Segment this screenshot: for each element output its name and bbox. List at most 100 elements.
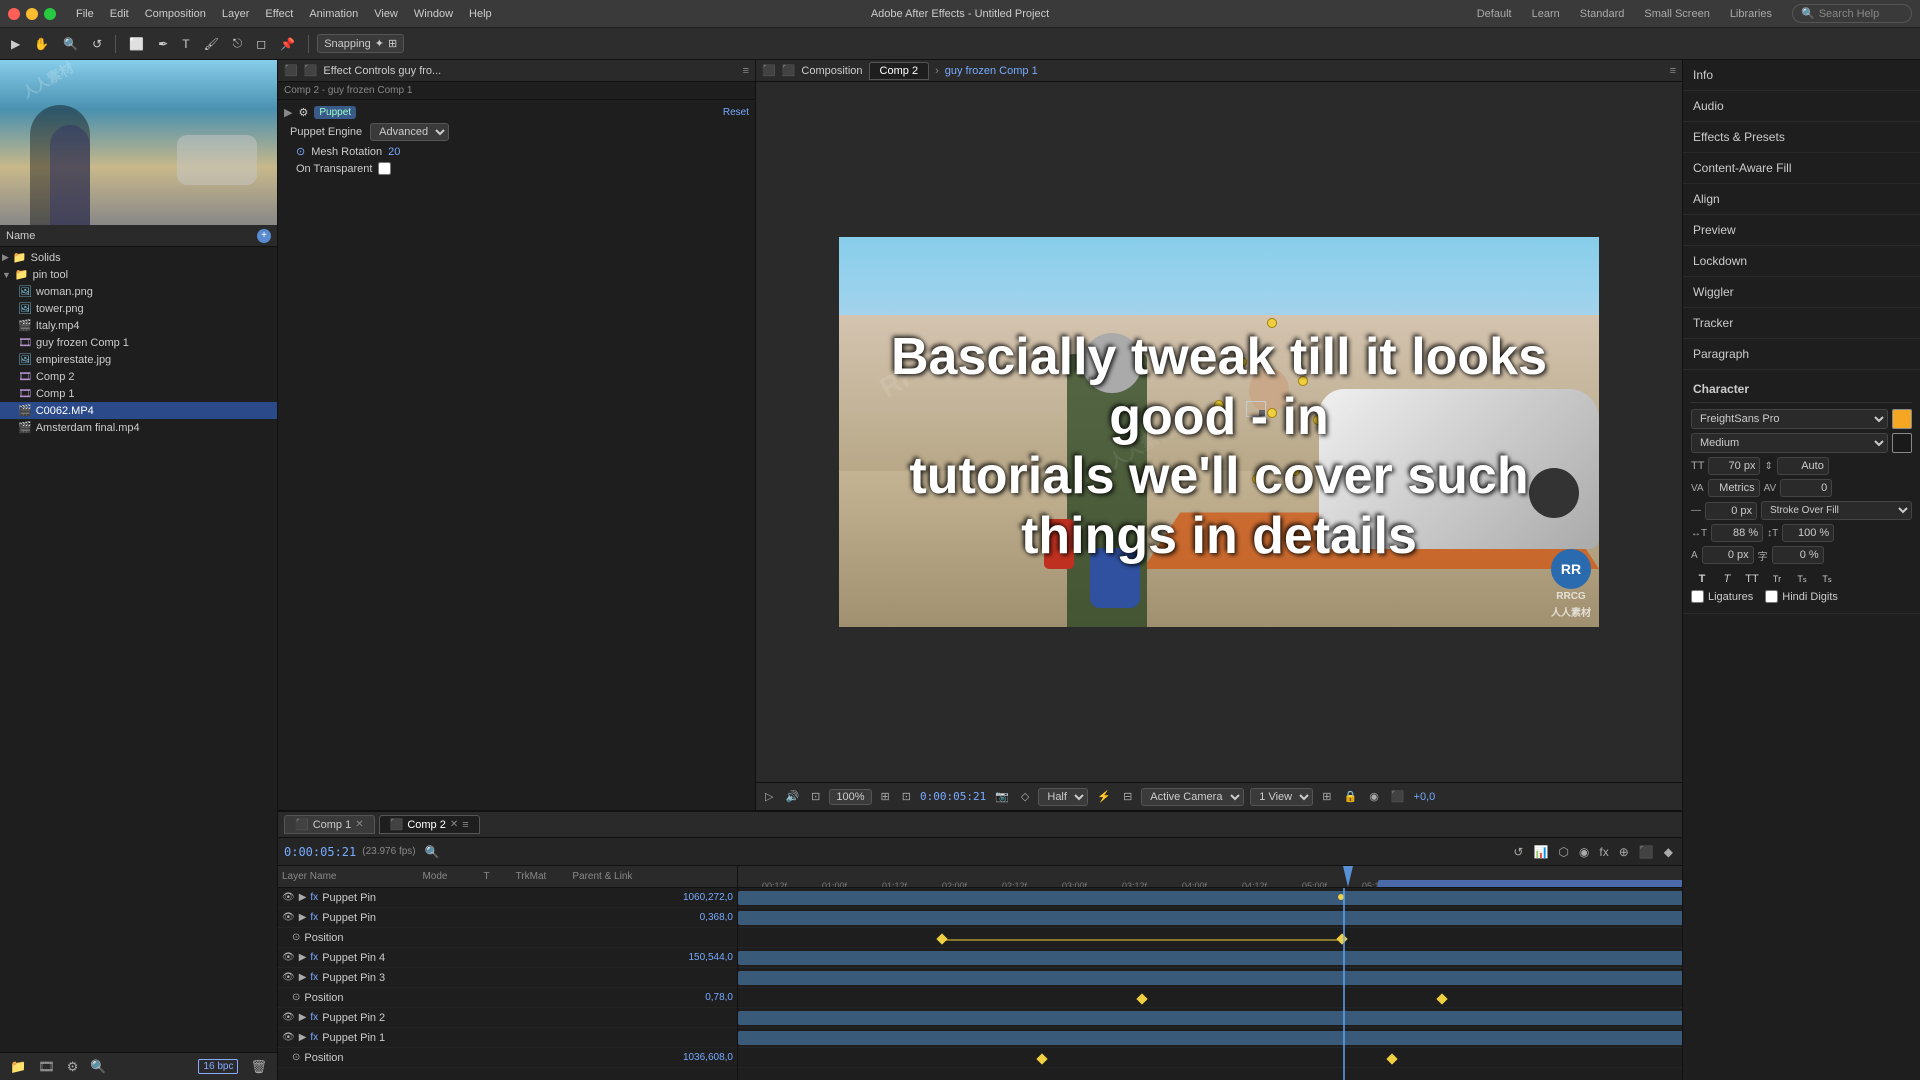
comp2-tab-menu[interactable]: ≡ (462, 819, 468, 831)
viewer-render-btn[interactable]: ◉ (1366, 789, 1382, 804)
panel-info[interactable]: Info (1683, 60, 1920, 91)
font-weight-select[interactable]: Medium (1691, 433, 1888, 453)
file-italy-mp4[interactable]: 🎬 Italy.mp4 (0, 317, 277, 334)
style-italic-btn[interactable]: T (1716, 568, 1738, 590)
menu-edit[interactable]: Edit (102, 6, 137, 22)
layer-visibility-icon[interactable]: 👁 (282, 912, 295, 923)
folder-solids[interactable]: ▶ 📁 Solids (0, 249, 277, 266)
file-woman-png[interactable]: 🖼 woman.png (0, 283, 277, 300)
viewer-camera-btn[interactable]: 📷 (992, 789, 1012, 804)
viewer-region-btn[interactable]: ⊡ (899, 789, 914, 804)
tl-search-btn[interactable]: 🔍 (422, 844, 443, 860)
puppet-pin-7[interactable] (1252, 474, 1262, 484)
menu-effect[interactable]: Effect (257, 6, 301, 22)
viewer-grid-btn[interactable]: ⊞ (1319, 789, 1334, 804)
hscale-field[interactable] (1711, 524, 1763, 542)
font-select[interactable]: FreightSans Pro (1691, 409, 1888, 429)
playhead-marker[interactable] (1343, 866, 1353, 887)
workspace-standard[interactable]: Standard (1572, 6, 1633, 22)
puppet-pin-1[interactable] (1267, 318, 1277, 328)
layer-row[interactable]: 👁 ▶ fx Puppet Pin 1060,272,0 (278, 888, 737, 908)
puppet-effect-row[interactable]: ▶ ⚙ Puppet Reset (278, 104, 755, 121)
view-select[interactable]: 1 View (1250, 788, 1313, 806)
tracking-field[interactable] (1780, 479, 1832, 497)
panel-effects-presets[interactable]: Effects & Presets (1683, 122, 1920, 153)
comp1-tab-close[interactable]: ✕ (355, 819, 363, 830)
new-comp-button[interactable]: 🎞 (34, 1057, 59, 1077)
workspace-small-screen[interactable]: Small Screen (1636, 6, 1717, 22)
puppet-pin-2[interactable] (1237, 357, 1247, 367)
transform-handle[interactable] (1259, 410, 1265, 416)
puppet-pin-4[interactable] (1267, 408, 1277, 418)
stroke-width-field[interactable] (1705, 502, 1757, 520)
style-smallcaps-btn[interactable]: Tr (1766, 568, 1788, 590)
viewer-frame-btn[interactable]: ⊡ (808, 789, 823, 804)
tl-mask-btn[interactable]: ⬡ (1555, 844, 1571, 860)
puppet-pin-6[interactable] (1290, 466, 1300, 476)
add-item-button[interactable]: + (257, 229, 271, 243)
file-c0062-mp4[interactable]: 🎬 C0062.MP4 (0, 402, 277, 419)
comp-viewer-menu[interactable]: ≡ (1670, 65, 1676, 77)
tl-solo-btn[interactable]: ◉ (1576, 844, 1592, 860)
track-bar[interactable] (738, 891, 1682, 905)
quality-select[interactable]: Half (1038, 788, 1088, 806)
viewer-res-btn[interactable]: ⊟ (1120, 789, 1135, 804)
layer-expand-icon[interactable]: ▶ (299, 912, 307, 923)
tool-rotate[interactable]: ↺ (87, 34, 107, 54)
menu-window[interactable]: Window (406, 6, 461, 22)
workspace-libraries[interactable]: Libraries (1722, 6, 1780, 22)
layer-row[interactable]: 👁 ▶ fx Puppet Pin 2 (278, 1008, 737, 1028)
panel-paragraph[interactable]: Paragraph (1683, 339, 1920, 370)
search-button[interactable]: 🔍 (86, 1057, 110, 1077)
comp2-tab-close[interactable]: ✕ (450, 819, 458, 830)
panel-align[interactable]: Align (1683, 184, 1920, 215)
layer-row[interactable]: 👁 ▶ fx Puppet Pin 4 150,544,0 (278, 948, 737, 968)
layer-row[interactable]: ⊙ Position 0,78,0 (278, 988, 737, 1008)
keyframe-diamond[interactable] (1436, 993, 1447, 1004)
viewer-fast-btn[interactable]: ⚡ (1094, 789, 1114, 804)
tool-eraser[interactable]: ◻ (251, 34, 271, 54)
workspace-learn[interactable]: Learn (1524, 6, 1568, 22)
hindi-digits-checkbox[interactable] (1765, 590, 1778, 603)
camera-select[interactable]: Active Camera (1141, 788, 1244, 806)
minimize-button[interactable] (26, 8, 38, 20)
tool-brush[interactable]: 🖌 (199, 34, 224, 54)
panel-lockdown[interactable]: Lockdown (1683, 246, 1920, 277)
fullscreen-button[interactable] (44, 8, 56, 20)
breadcrumb-comp[interactable]: guy frozen Comp 1 (945, 65, 1038, 77)
layer-visibility-icon[interactable]: 👁 (282, 1012, 295, 1023)
tool-rect[interactable]: ⬜ (124, 34, 149, 54)
tl-motion-btn[interactable]: ↺ (1510, 844, 1526, 860)
file-comp1[interactable]: 🎞 Comp 1 (0, 385, 277, 402)
on-transparent-checkbox[interactable] (378, 162, 391, 175)
timeline-ruler[interactable]: 00:12f 01:00f 01:12f 02:00f 02:12f 03:00… (738, 866, 1682, 888)
baseline-field[interactable] (1702, 546, 1754, 564)
viewer-lock-btn[interactable]: 🔒 (1341, 789, 1361, 804)
close-button[interactable] (8, 8, 20, 20)
folder-pin-tool[interactable]: ▼ 📁 pin tool (0, 266, 277, 283)
tl-keyframe-btn[interactable]: ◆ (1661, 844, 1676, 860)
layer-expand-icon[interactable]: ▶ (299, 972, 307, 983)
tool-puppet[interactable]: 📌 (275, 34, 300, 54)
menu-view[interactable]: View (366, 6, 406, 22)
menu-animation[interactable]: Animation (301, 6, 366, 22)
layer-expand-icon[interactable]: ▶ (299, 892, 307, 903)
viewer-preview-btn[interactable]: ▷ (762, 789, 776, 804)
menu-layer[interactable]: Layer (214, 6, 258, 22)
effect-controls-menu[interactable]: ≡ (743, 65, 749, 77)
puppet-pin-3[interactable] (1214, 400, 1224, 410)
panel-audio[interactable]: Audio (1683, 91, 1920, 122)
file-empirestate-jpg[interactable]: 🖼 empirestate.jpg (0, 351, 277, 368)
keyframe-diamond[interactable] (1136, 993, 1147, 1004)
style-bold-btn[interactable]: T (1691, 568, 1713, 590)
workspace-default[interactable]: Default (1469, 6, 1520, 22)
layer-expand-icon[interactable]: ▶ (299, 1012, 307, 1023)
settings-button[interactable]: ⚙ (63, 1057, 83, 1077)
layer-row[interactable]: 👁 ▶ fx Puppet Pin 3 (278, 968, 737, 988)
viewer-motion-btn[interactable]: ◇ (1018, 789, 1032, 804)
stroke-color-swatch[interactable] (1892, 433, 1912, 453)
layer-row[interactable]: 👁 ▶ fx Puppet Pin 1 (278, 1028, 737, 1048)
stroke-fill-select[interactable]: Stroke Over Fill (1761, 501, 1912, 520)
panel-content-aware[interactable]: Content-Aware Fill (1683, 153, 1920, 184)
leading-field[interactable] (1777, 457, 1829, 475)
